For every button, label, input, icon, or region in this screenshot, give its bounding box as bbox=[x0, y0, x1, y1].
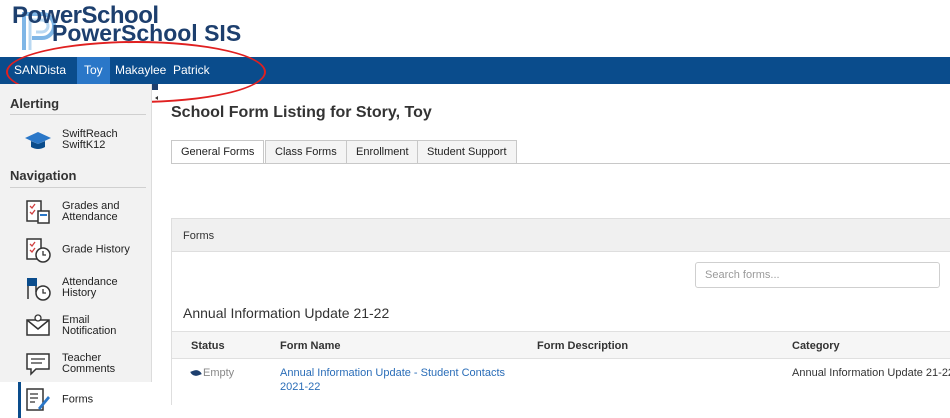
sidebar-item-label: Email Notification bbox=[62, 314, 117, 337]
forms-icon bbox=[26, 388, 50, 411]
status-text: Empty bbox=[203, 367, 235, 379]
sidebar-item-swiftreach[interactable]: SwiftReach SwiftK12 bbox=[0, 122, 152, 158]
column-header-form-name[interactable]: Form Name bbox=[280, 340, 341, 352]
sidebar-item-grade-history[interactable]: Grade History bbox=[0, 232, 152, 268]
status-cell: Empty bbox=[190, 366, 235, 380]
sidebar-item-attendance-history[interactable]: Attendance History bbox=[0, 270, 152, 306]
sidebar-item-label: Grade History bbox=[62, 243, 130, 256]
grade-history-icon bbox=[26, 238, 51, 263]
forms-panel-header: Forms bbox=[172, 218, 950, 252]
sidebar-item-label: Teacher Comments bbox=[62, 352, 116, 375]
tab-class-forms[interactable]: Class Forms bbox=[265, 140, 347, 164]
student-tab-makaylee[interactable]: Makaylee bbox=[108, 57, 173, 84]
column-header-category[interactable]: Category bbox=[792, 340, 840, 352]
sidebar-item-label: SwiftReach SwiftK12 bbox=[62, 128, 118, 151]
app-header: PowerSchool PowerSchool SIS bbox=[0, 0, 950, 56]
email-icon bbox=[26, 314, 50, 336]
alerting-heading: Alerting bbox=[10, 96, 60, 111]
tab-student-support[interactable]: Student Support bbox=[417, 140, 517, 164]
sidebar-item-email-notification[interactable]: Email Notification bbox=[0, 308, 152, 344]
graduation-cap-icon bbox=[25, 132, 51, 149]
logo-text-bottom: PowerSchool SIS bbox=[52, 20, 242, 46]
sidebar-item-grades-attendance[interactable]: Grades and Attendance bbox=[0, 194, 152, 230]
tab-general-forms[interactable]: General Forms bbox=[171, 140, 265, 164]
forms-header-label: Forms bbox=[183, 230, 215, 242]
student-selector-bar: SANDista Toy Makaylee Patrick bbox=[0, 57, 950, 84]
student-tab-toy[interactable]: Toy bbox=[77, 57, 110, 84]
column-header-form-description[interactable]: Form Description bbox=[537, 340, 628, 352]
section-title: Annual Information Update 21-22 bbox=[183, 305, 390, 321]
divider bbox=[10, 114, 146, 115]
search-forms-input[interactable] bbox=[695, 262, 940, 288]
attendance-history-icon bbox=[27, 278, 51, 301]
sidebar-item-label: Grades and Attendance bbox=[62, 200, 120, 223]
page-title: School Form Listing for Story, Toy bbox=[171, 104, 432, 121]
tab-divider bbox=[171, 163, 950, 164]
forms-panel: Forms Annual Information Update 21-22 St… bbox=[171, 218, 950, 405]
divider bbox=[10, 187, 146, 188]
table-row: Empty Annual Information Update - Studen… bbox=[172, 359, 950, 405]
sidebar-item-forms[interactable]: Forms bbox=[0, 382, 152, 418]
powerschool-logo[interactable]: PowerSchool PowerSchool SIS bbox=[10, 2, 270, 54]
sidebar: Alerting SwiftReach SwiftK12 Navigation … bbox=[0, 84, 152, 418]
category-cell: Annual Information Update 21-22 bbox=[792, 367, 950, 379]
grades-attendance-icon bbox=[26, 200, 50, 224]
form-name-link[interactable]: Annual Information Update - Student Cont… bbox=[280, 366, 510, 394]
student-tab-sandista[interactable]: SANDista bbox=[7, 57, 73, 84]
sidebar-item-label: Attendance History bbox=[62, 276, 118, 299]
tab-enrollment[interactable]: Enrollment bbox=[346, 140, 419, 164]
leaf-icon bbox=[190, 368, 202, 378]
navigation-heading: Navigation bbox=[10, 168, 77, 183]
comments-icon bbox=[26, 353, 50, 376]
student-tab-patrick[interactable]: Patrick bbox=[166, 57, 217, 84]
sidebar-item-teacher-comments[interactable]: Teacher Comments bbox=[0, 346, 152, 382]
column-header-status[interactable]: Status bbox=[191, 340, 225, 352]
sidebar-item-label: Forms bbox=[62, 393, 94, 406]
forms-table-header: Status Form Name Form Description Catego… bbox=[172, 331, 950, 359]
collapse-sidebar-icon[interactable] bbox=[152, 84, 162, 106]
